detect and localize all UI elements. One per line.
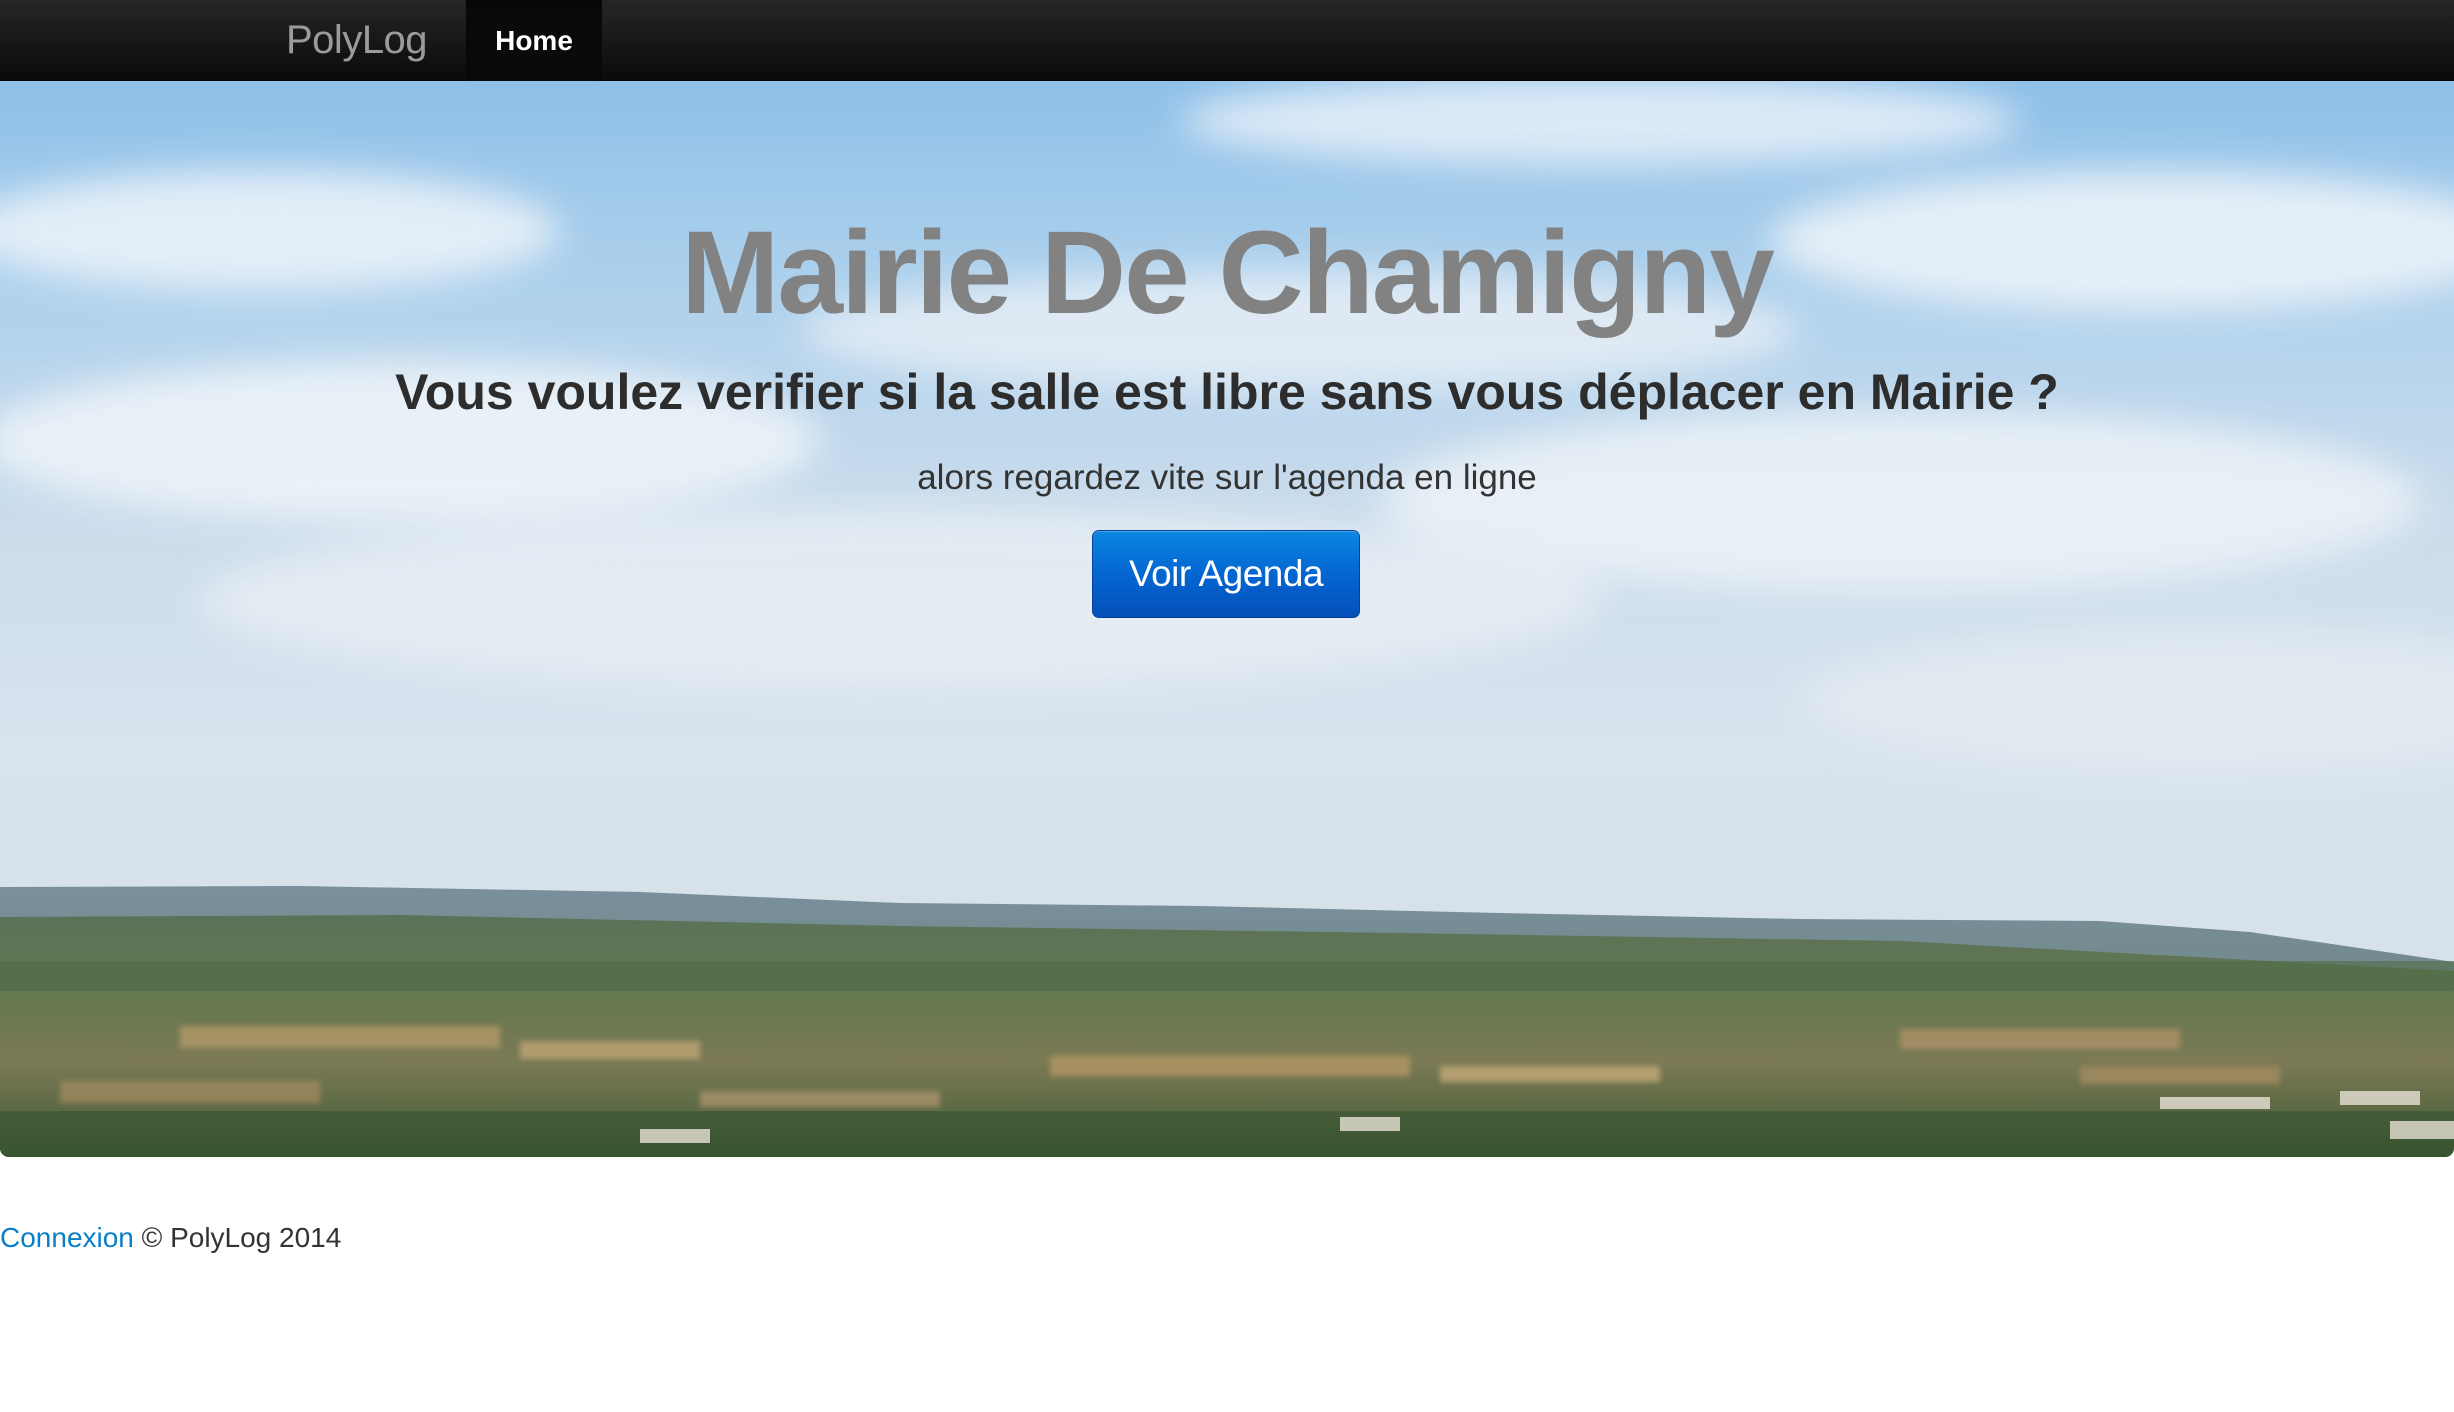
top-navbar: PolyLog Home bbox=[0, 0, 2454, 81]
copyright-text: © PolyLog 2014 bbox=[141, 1222, 342, 1253]
footer: Connexion © PolyLog 2014 bbox=[0, 1218, 341, 1258]
hero-title: Mairie De Chamigny bbox=[681, 207, 1775, 339]
voir-agenda-button[interactable]: Voir Agenda bbox=[1092, 530, 1360, 618]
connexion-link[interactable]: Connexion bbox=[0, 1222, 134, 1253]
hero-description: alors regardez vite sur l'agenda en lign… bbox=[917, 458, 1537, 497]
hero-banner: Mairie De Chamigny Vous voulez verifier … bbox=[0, 81, 2454, 1157]
brand-logo[interactable]: PolyLog bbox=[286, 0, 428, 81]
nav-item-home[interactable]: Home bbox=[466, 0, 602, 81]
hero-subtitle: Vous voulez verifier si la salle est lib… bbox=[395, 364, 2059, 420]
